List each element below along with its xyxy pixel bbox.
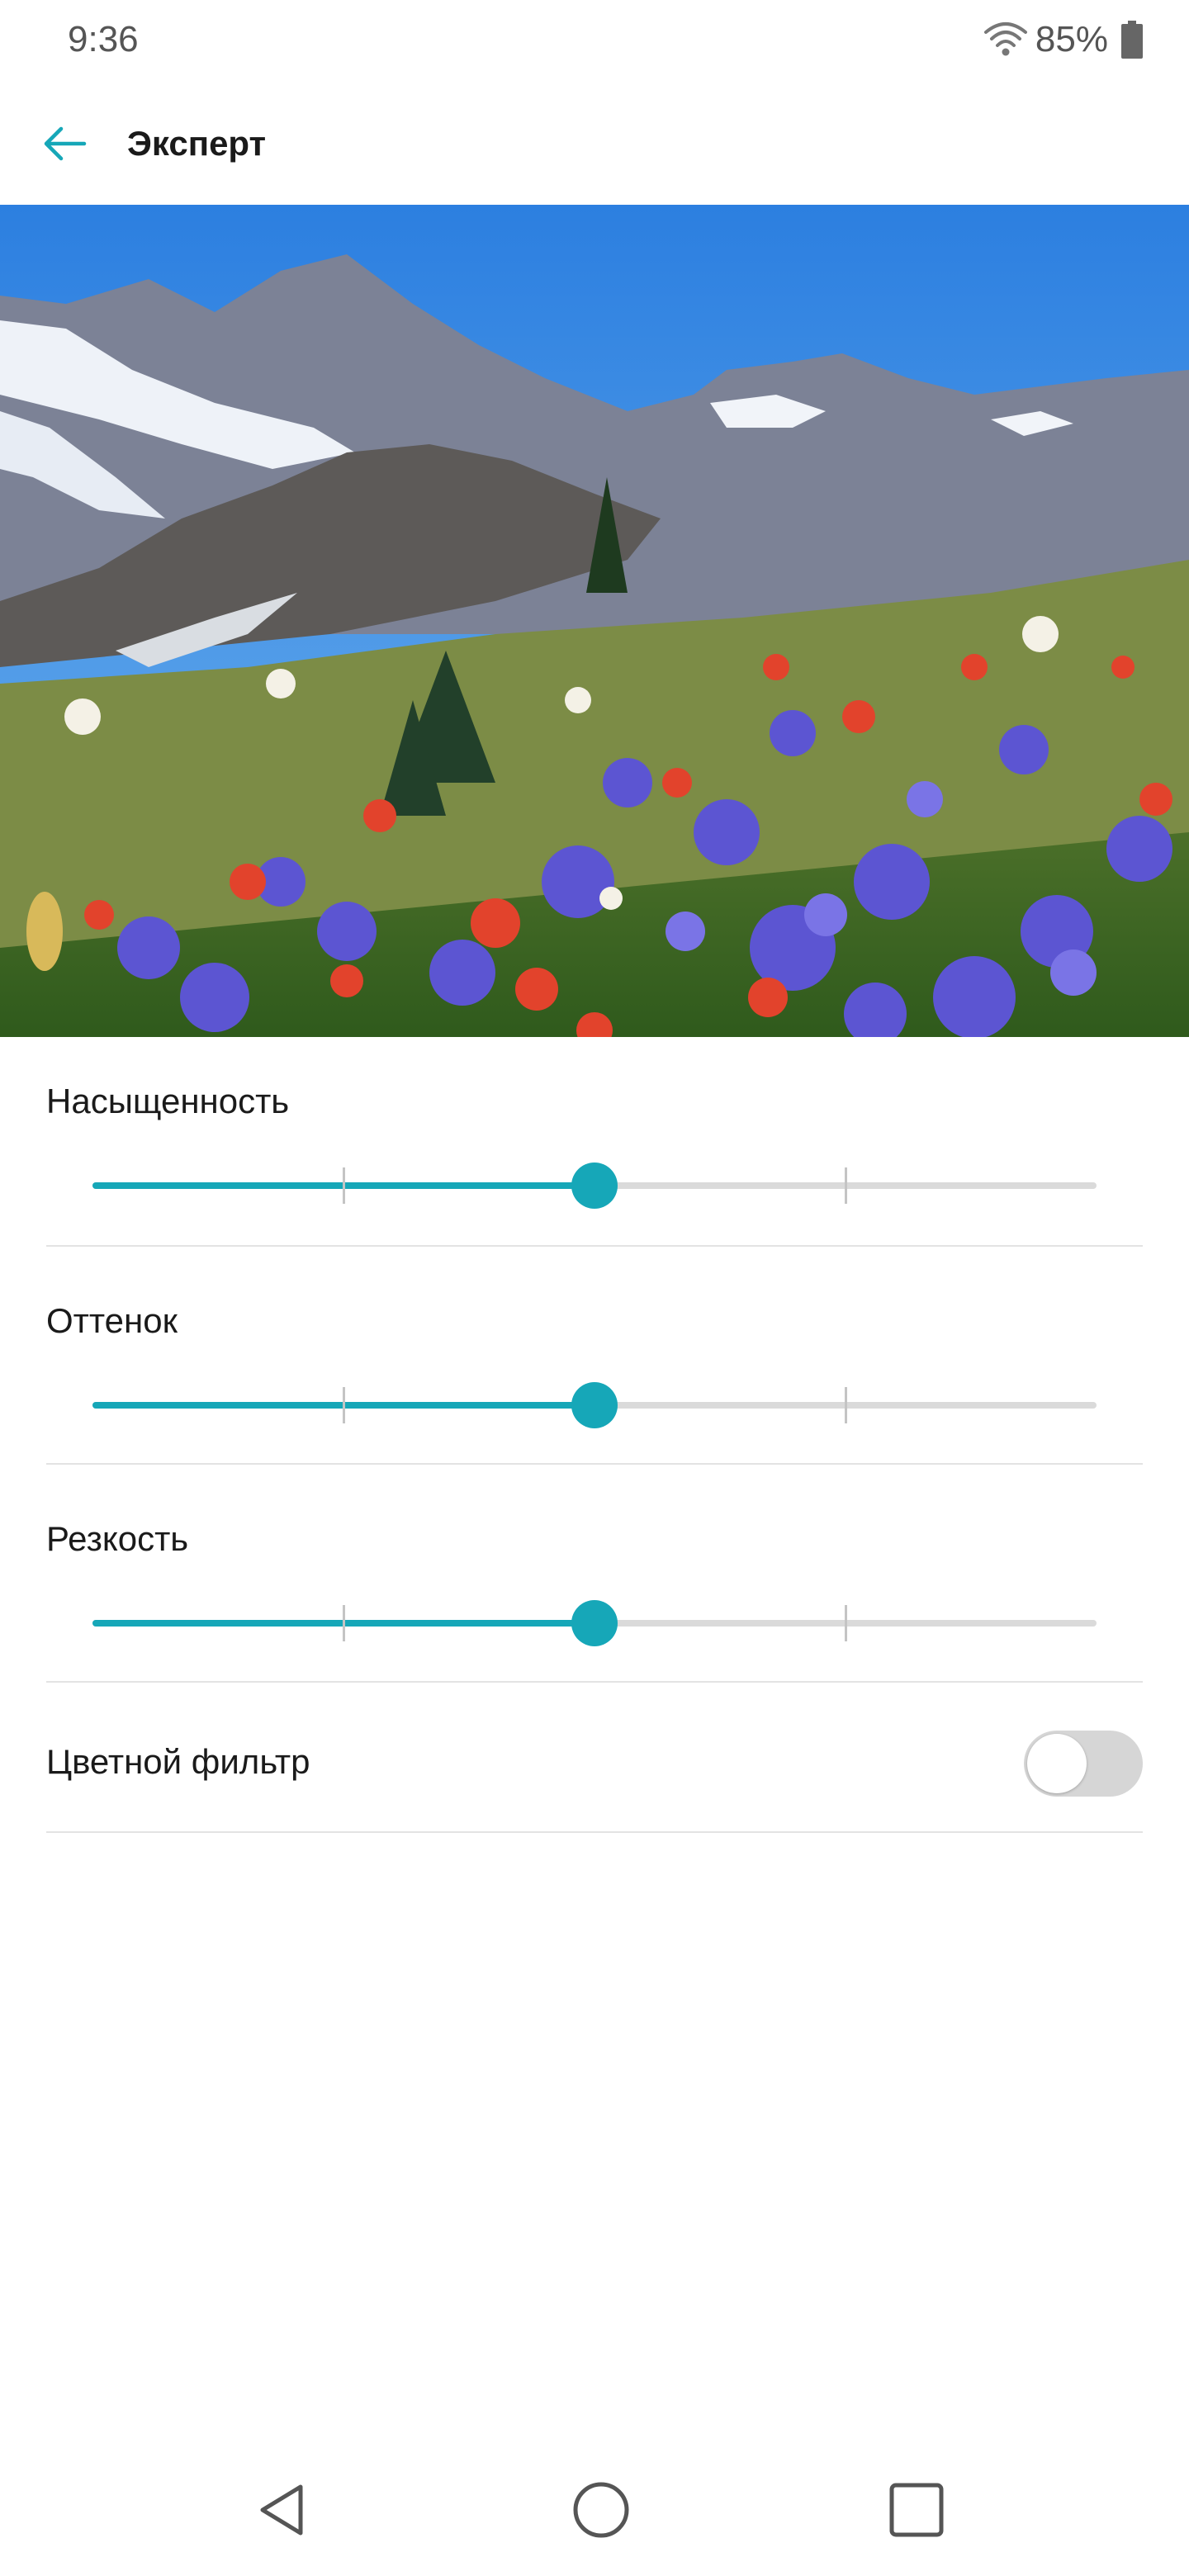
slider-tick <box>845 1167 847 1204</box>
hue-slider[interactable] <box>92 1382 1097 1428</box>
nav-home-button[interactable] <box>560 2469 642 2551</box>
slider-tick <box>343 1605 345 1641</box>
setting-color-filter[interactable]: Цветной фильтр <box>46 1684 1143 1833</box>
battery-icon <box>1121 21 1143 59</box>
toggle-knob <box>1027 1734 1087 1793</box>
color-filter-toggle[interactable] <box>1024 1731 1143 1797</box>
wifi-icon <box>983 22 1027 56</box>
divider <box>46 1831 1143 1833</box>
slider-tick <box>845 1387 847 1423</box>
status-bar: 9:36 85% <box>0 0 1189 79</box>
setting-saturation: Насыщенность <box>46 1078 1143 1252</box>
preview-image <box>0 205 1189 1037</box>
nav-recents-button[interactable] <box>875 2469 958 2551</box>
slider-thumb[interactable] <box>571 1163 618 1209</box>
home-circle-icon <box>573 2482 629 2538</box>
status-indicators: 85% <box>983 15 1143 64</box>
slider-tick <box>845 1605 847 1641</box>
slider-tick <box>343 1167 345 1204</box>
page-title: Эксперт <box>127 124 267 163</box>
arrow-left-icon <box>44 126 87 161</box>
divider <box>46 1681 1143 1683</box>
landscape-illustration <box>0 205 1189 1037</box>
back-button[interactable] <box>30 109 99 178</box>
saturation-label: Насыщенность <box>46 1082 290 1120</box>
setting-sharpness: Резкость <box>46 1516 1143 1689</box>
hue-label: Оттенок <box>46 1301 178 1340</box>
navigation-bar <box>0 2444 1189 2576</box>
slider-thumb[interactable] <box>571 1600 618 1646</box>
divider <box>46 1463 1143 1465</box>
slider-thumb[interactable] <box>571 1382 618 1428</box>
sharpness-slider[interactable] <box>92 1600 1097 1646</box>
saturation-slider[interactable] <box>92 1163 1097 1209</box>
color-filter-label: Цветной фильтр <box>46 1742 310 1781</box>
back-triangle-icon <box>260 2484 303 2536</box>
divider <box>46 1245 1143 1247</box>
slider-tick <box>343 1387 345 1423</box>
status-time: 9:36 <box>68 19 139 59</box>
nav-back-button[interactable] <box>243 2469 325 2551</box>
battery-percent: 85% <box>1035 19 1108 59</box>
screen: 9:36 85% Эксперт Насыщенность Оттенок Ре… <box>0 0 1189 2576</box>
recents-square-icon <box>889 2483 944 2537</box>
app-bar: Эксперт <box>0 91 1189 197</box>
sharpness-label: Резкость <box>46 1519 189 1558</box>
setting-hue: Оттенок <box>46 1298 1143 1471</box>
